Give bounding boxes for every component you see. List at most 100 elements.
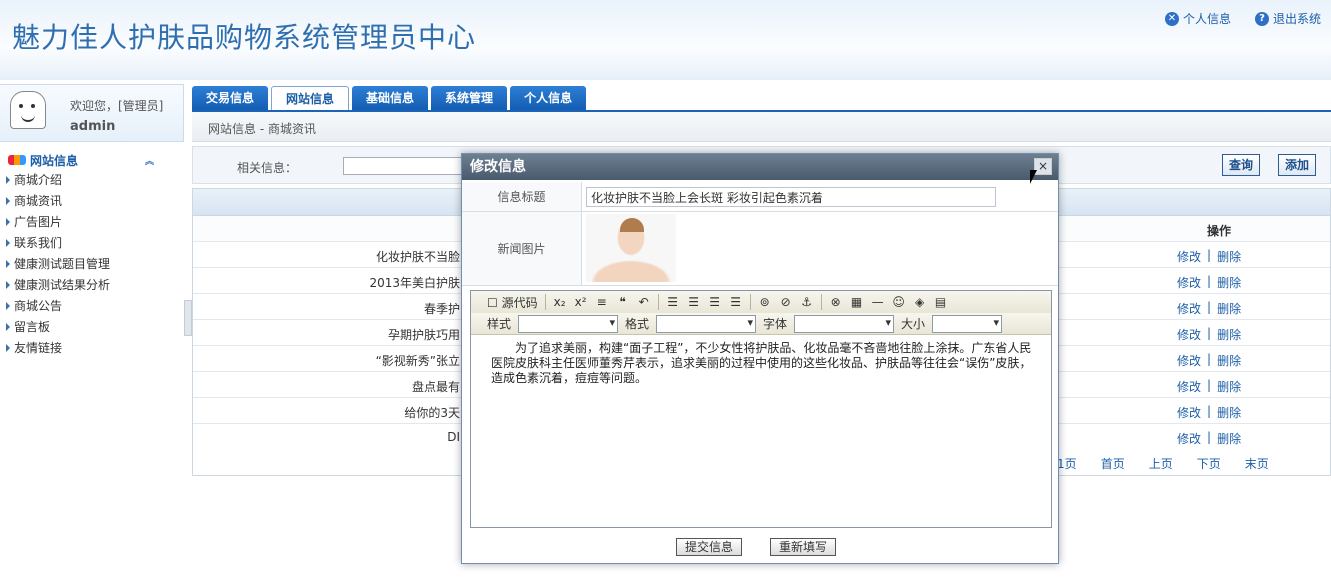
sidebar-item-ad-images[interactable]: 广告图片 bbox=[0, 212, 184, 233]
editor-content[interactable]: 为了追求美丽，构建“面子工程”，不少女性将护肤品、化妆品毫不吝啬地往脸上涂抹。广… bbox=[471, 335, 1051, 386]
collapse-icon[interactable]: ︽ bbox=[145, 154, 154, 167]
edit-link[interactable]: 修改 bbox=[1177, 404, 1201, 421]
delete-link[interactable]: 删除 bbox=[1217, 274, 1241, 291]
special-char-icon[interactable]: ◈ bbox=[913, 295, 927, 309]
subscript-icon[interactable]: x₂ bbox=[553, 295, 567, 309]
unlink-icon[interactable]: ⊘ bbox=[779, 295, 793, 309]
prev-page-link[interactable]: 上页 bbox=[1149, 455, 1173, 472]
sidebar-item-health-questions[interactable]: 健康测试题目管理 bbox=[0, 254, 184, 275]
add-button[interactable]: 添加 bbox=[1278, 154, 1317, 176]
sidebar-item-friend-links[interactable]: 友情链接 bbox=[0, 338, 184, 359]
style-label: 样式 bbox=[487, 317, 512, 331]
top-links: ✕ 个人信息 ? 退出系统 bbox=[1164, 10, 1321, 27]
first-page-link[interactable]: 首页 bbox=[1101, 455, 1125, 472]
delete-link[interactable]: 删除 bbox=[1217, 352, 1241, 369]
row-title: 给你的3天 bbox=[404, 406, 460, 420]
delete-link[interactable]: 删除 bbox=[1217, 430, 1241, 447]
last-page-link[interactable]: 末页 bbox=[1245, 455, 1269, 472]
edit-link[interactable]: 修改 bbox=[1177, 352, 1201, 369]
title-label: 信息标题 bbox=[462, 182, 582, 211]
page-break-icon[interactable]: ▤ bbox=[934, 295, 948, 309]
edit-link[interactable]: 修改 bbox=[1177, 248, 1201, 265]
sidebar-splitter[interactable] bbox=[184, 300, 192, 336]
tab-transactions[interactable]: 交易信息 bbox=[192, 86, 269, 110]
op-sep: | bbox=[1207, 274, 1212, 288]
sidebar-item-announcements[interactable]: 商城公告 bbox=[0, 296, 184, 317]
undo-format-icon[interactable]: ↶ bbox=[637, 295, 651, 309]
delete-link[interactable]: 删除 bbox=[1217, 248, 1241, 265]
edit-link[interactable]: 修改 bbox=[1177, 378, 1201, 395]
edit-link[interactable]: 修改 bbox=[1177, 300, 1201, 317]
tab-system[interactable]: 系统管理 bbox=[431, 86, 508, 110]
sidebar-item-mall-intro[interactable]: 商城介绍 bbox=[0, 170, 184, 191]
source-code-label: 源代码 bbox=[501, 295, 538, 310]
font-select[interactable] bbox=[794, 314, 895, 333]
blockquote-icon[interactable]: ❝ bbox=[616, 295, 630, 309]
breadcrumb: 网站信息 - 商城资讯 bbox=[208, 122, 316, 136]
delete-link[interactable]: 删除 bbox=[1217, 378, 1241, 395]
align-right-icon[interactable]: ☰ bbox=[708, 295, 722, 309]
table-icon[interactable]: ▦ bbox=[850, 295, 864, 309]
tab-basic-info[interactable]: 基础信息 bbox=[352, 86, 429, 110]
edit-link[interactable]: 修改 bbox=[1177, 326, 1201, 343]
delete-link[interactable]: 删除 bbox=[1217, 404, 1241, 421]
row-title: 盘点最有 bbox=[411, 380, 460, 394]
personal-info-link[interactable]: ✕ 个人信息 bbox=[1164, 10, 1231, 27]
superscript-icon[interactable]: x² bbox=[574, 295, 588, 309]
mouse-cursor bbox=[1030, 170, 1037, 184]
row-title: 孕期护肤巧用 bbox=[387, 328, 460, 342]
style-select[interactable] bbox=[518, 314, 619, 333]
size-label: 大小 bbox=[901, 317, 926, 331]
tab-website-info[interactable]: 网站信息 bbox=[271, 86, 350, 110]
row-title: 化妆护肤不当脸 bbox=[375, 250, 460, 264]
row-title: 春季护 bbox=[423, 302, 460, 316]
op-sep: | bbox=[1207, 404, 1212, 418]
toolbar-separator bbox=[820, 294, 822, 310]
news-image bbox=[586, 214, 676, 282]
horizontal-rule-icon[interactable]: — bbox=[871, 295, 885, 309]
section-icon bbox=[8, 155, 26, 165]
anchor-icon[interactable]: ⚓ bbox=[800, 295, 814, 309]
reset-button[interactable]: 重新填写 bbox=[770, 538, 837, 556]
row-title: DI bbox=[447, 430, 460, 444]
op-sep: | bbox=[1207, 352, 1212, 366]
query-button[interactable]: 查询 bbox=[1222, 154, 1261, 176]
user-box: 欢迎您，[管理员] admin bbox=[0, 84, 184, 142]
edit-link[interactable]: 修改 bbox=[1177, 274, 1201, 291]
row-title: “影视新秀”张立 bbox=[375, 354, 460, 368]
flash-icon[interactable]: ⊗ bbox=[829, 295, 843, 309]
sidebar-section-label: 网站信息 bbox=[30, 153, 79, 168]
link-icon[interactable]: ⊚ bbox=[758, 295, 772, 309]
size-select[interactable] bbox=[932, 314, 1003, 333]
breadcrumb-bar: 网站信息 - 商城资讯 bbox=[192, 110, 1331, 142]
tab-personal[interactable]: 个人信息 bbox=[510, 86, 587, 110]
personal-info-label: 个人信息 bbox=[1182, 12, 1231, 26]
site-title: 魅力佳人护肤品购物系统管理员中心 bbox=[12, 21, 477, 54]
sidebar-section-website-info[interactable]: 网站信息 ︽ bbox=[0, 150, 184, 170]
header: 魅力佳人护肤品购物系统管理员中心 ✕ 个人信息 ? 退出系统 bbox=[0, 0, 1331, 80]
align-left-icon[interactable]: ☰ bbox=[666, 295, 680, 309]
sidebar-item-contact[interactable]: 联系我们 bbox=[0, 233, 184, 254]
logout-link[interactable]: ? 退出系统 bbox=[1254, 10, 1321, 27]
sidebar-item-mall-news[interactable]: 商城资讯 bbox=[0, 191, 184, 212]
dialog-title: 修改信息 bbox=[462, 154, 1058, 180]
sidebar-item-guestbook[interactable]: 留言板 bbox=[0, 317, 184, 338]
source-code-button[interactable]: ☐ 源代码 bbox=[487, 294, 538, 311]
toolbar-separator bbox=[749, 294, 751, 310]
delete-link[interactable]: 删除 bbox=[1217, 300, 1241, 317]
edit-dialog: 修改信息 × 信息标题 新闻图片 ☐ 源代码 x₂ x² ≡ ❝ ↶ ☰ ☰ ☰… bbox=[461, 153, 1059, 564]
align-center-icon[interactable]: ☰ bbox=[687, 295, 701, 309]
delete-link[interactable]: 删除 bbox=[1217, 326, 1241, 343]
justify-icon[interactable]: ☰ bbox=[729, 295, 743, 309]
indent-icon[interactable]: ≡ bbox=[595, 295, 609, 309]
sidebar-item-health-results[interactable]: 健康测试结果分析 bbox=[0, 275, 184, 296]
sidebar: 欢迎您，[管理员] admin 网站信息 ︽ 商城介绍 商城资讯 广告图片 联系… bbox=[0, 84, 184, 584]
ops-header: 操作 bbox=[1207, 224, 1232, 238]
submit-button[interactable]: 提交信息 bbox=[676, 538, 743, 556]
avatar bbox=[10, 91, 46, 129]
edit-link[interactable]: 修改 bbox=[1177, 430, 1201, 447]
format-select[interactable] bbox=[656, 314, 757, 333]
title-input[interactable] bbox=[586, 187, 996, 207]
next-page-link[interactable]: 下页 bbox=[1197, 455, 1221, 472]
smiley-icon[interactable]: ☺ bbox=[892, 295, 906, 309]
